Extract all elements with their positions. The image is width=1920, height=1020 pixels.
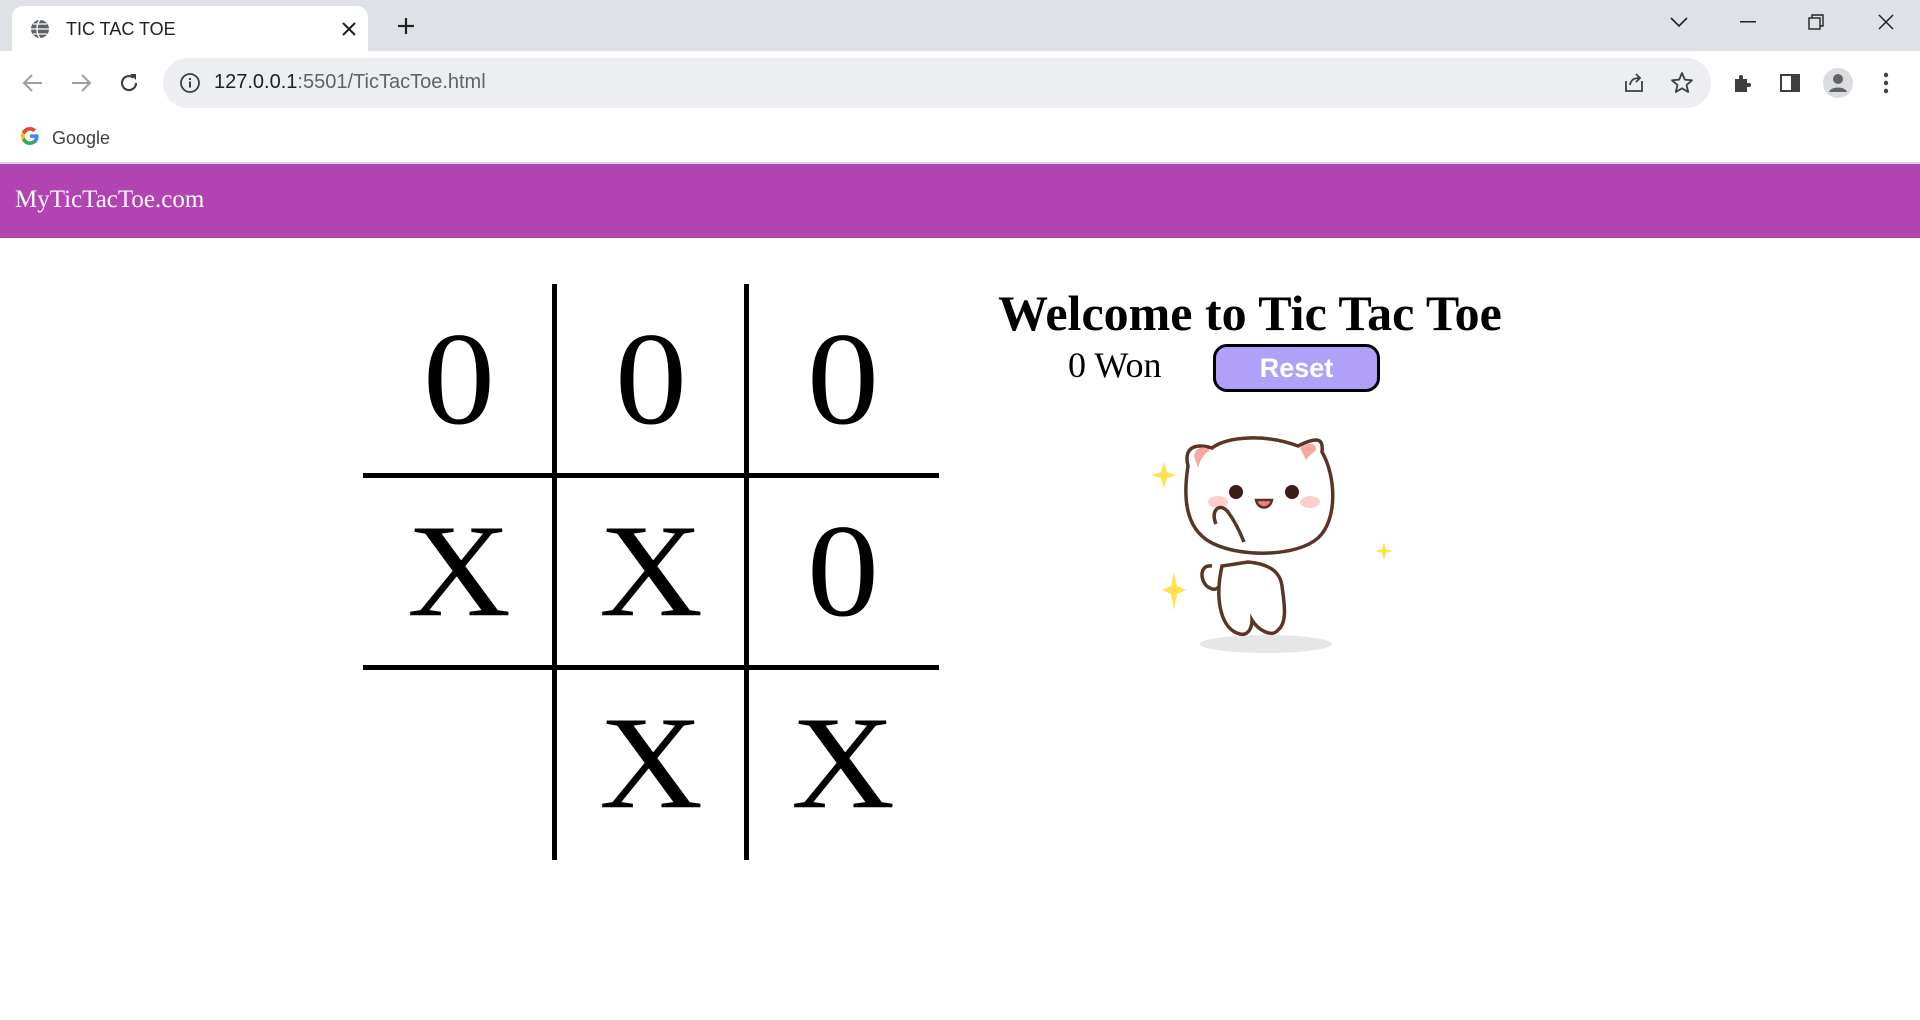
address-bar[interactable]: 127.0.0.1:5501/TicTacToe.html: [163, 58, 1711, 108]
board-cell-6[interactable]: 0: [747, 476, 939, 668]
url-text[interactable]: 127.0.0.1:5501/TicTacToe.html: [214, 71, 486, 94]
bookmark-google[interactable]: Google: [20, 122, 110, 154]
close-window-icon[interactable]: [1852, 0, 1920, 44]
grid-line-vertical: [744, 284, 749, 860]
cell-mark: 0: [807, 306, 879, 453]
board-cell-3[interactable]: 0: [747, 284, 939, 476]
minimize-icon[interactable]: [1714, 0, 1782, 44]
board-cell-1[interactable]: 0: [363, 284, 555, 476]
cat-sticker-image: [1148, 416, 1398, 666]
side-panel-icon[interactable]: [1770, 63, 1810, 103]
reset-button[interactable]: Reset: [1213, 344, 1380, 392]
browser-tab[interactable]: TIC TAC TOE: [12, 6, 368, 51]
cell-mark: X: [599, 498, 703, 645]
url-path: :5501/TicTacToe.html: [297, 71, 486, 93]
tab-title: TIC TAC TOE: [66, 19, 176, 39]
game-status: 0 Won: [1068, 345, 1162, 385]
cell-mark: X: [407, 498, 511, 645]
chevron-down-icon[interactable]: [1645, 0, 1713, 44]
board-cell-8[interactable]: X: [555, 668, 747, 860]
puzzle-icon[interactable]: [1723, 63, 1763, 103]
bookmarks-bar: Google: [0, 114, 1920, 164]
bookmark-label: Google: [52, 127, 111, 148]
browser-tab-strip: TIC TAC TOE: [0, 0, 1920, 51]
restore-icon[interactable]: [1782, 0, 1850, 44]
kebab-menu-icon[interactable]: [1866, 63, 1906, 103]
profile-icon[interactable]: [1818, 63, 1858, 103]
page-title: Welcome to Tic Tac Toe: [998, 285, 1502, 341]
board-cell-2[interactable]: 0: [555, 284, 747, 476]
board-cell-9[interactable]: X: [747, 668, 939, 860]
grid-line-vertical: [552, 284, 557, 860]
cell-mark: 0: [615, 306, 687, 453]
web-page: MyTicTacToe.com 0 0 0 X X 0 X X Welcome …: [0, 164, 1920, 1020]
star-icon[interactable]: [1669, 70, 1695, 96]
cell-mark: X: [791, 690, 895, 837]
grid-line-horizontal: [363, 473, 939, 478]
browser-toolbar: 127.0.0.1:5501/TicTacToe.html: [0, 51, 1920, 114]
arrow-right-icon[interactable]: [61, 63, 101, 103]
share-icon[interactable]: [1621, 70, 1647, 96]
cell-mark: 0: [423, 306, 495, 453]
globe-icon: [30, 19, 50, 39]
game-board: 0 0 0 X X 0 X X: [363, 284, 939, 860]
reload-icon[interactable]: [109, 63, 149, 103]
cell-mark: X: [599, 690, 703, 837]
info-icon[interactable]: [179, 72, 201, 94]
arrow-left-icon[interactable]: [13, 63, 53, 103]
board-cell-7[interactable]: [363, 668, 555, 860]
google-logo-icon: [20, 126, 40, 151]
board-cell-4[interactable]: X: [363, 476, 555, 668]
close-icon[interactable]: [337, 17, 361, 41]
grid-line-horizontal: [363, 665, 939, 670]
cell-mark: 0: [807, 498, 879, 645]
site-navbar: MyTicTacToe.com: [0, 164, 1920, 238]
site-brand[interactable]: MyTicTacToe.com: [15, 186, 204, 214]
board-cell-5[interactable]: X: [555, 476, 747, 668]
plus-icon[interactable]: [392, 12, 420, 40]
url-host: 127.0.0.1: [214, 71, 298, 93]
